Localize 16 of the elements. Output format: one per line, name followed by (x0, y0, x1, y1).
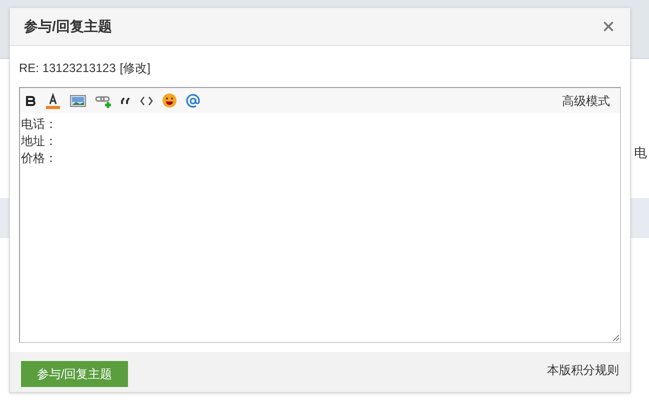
text-color-icon[interactable] (45, 92, 61, 108)
link-icon[interactable] (95, 94, 112, 108)
rules-link[interactable]: 本版积分规则 (547, 361, 619, 379)
bold-icon[interactable] (26, 96, 36, 106)
resize-handle-icon[interactable] (612, 334, 619, 341)
subject-text: RE: 13123213123 (19, 60, 116, 77)
mention-icon[interactable] (186, 94, 200, 108)
edit-link[interactable]: [修改] (120, 59, 150, 77)
quote-icon[interactable] (121, 96, 131, 104)
smiley-icon[interactable] (162, 93, 177, 108)
advanced-mode-link[interactable]: 高级模式 (562, 92, 610, 110)
background-text: 电 (634, 144, 647, 162)
code-icon[interactable] (140, 96, 153, 106)
dialog-title: 参与/回复主题 (24, 17, 112, 36)
image-icon[interactable] (70, 94, 86, 106)
close-icon[interactable] (601, 19, 616, 34)
